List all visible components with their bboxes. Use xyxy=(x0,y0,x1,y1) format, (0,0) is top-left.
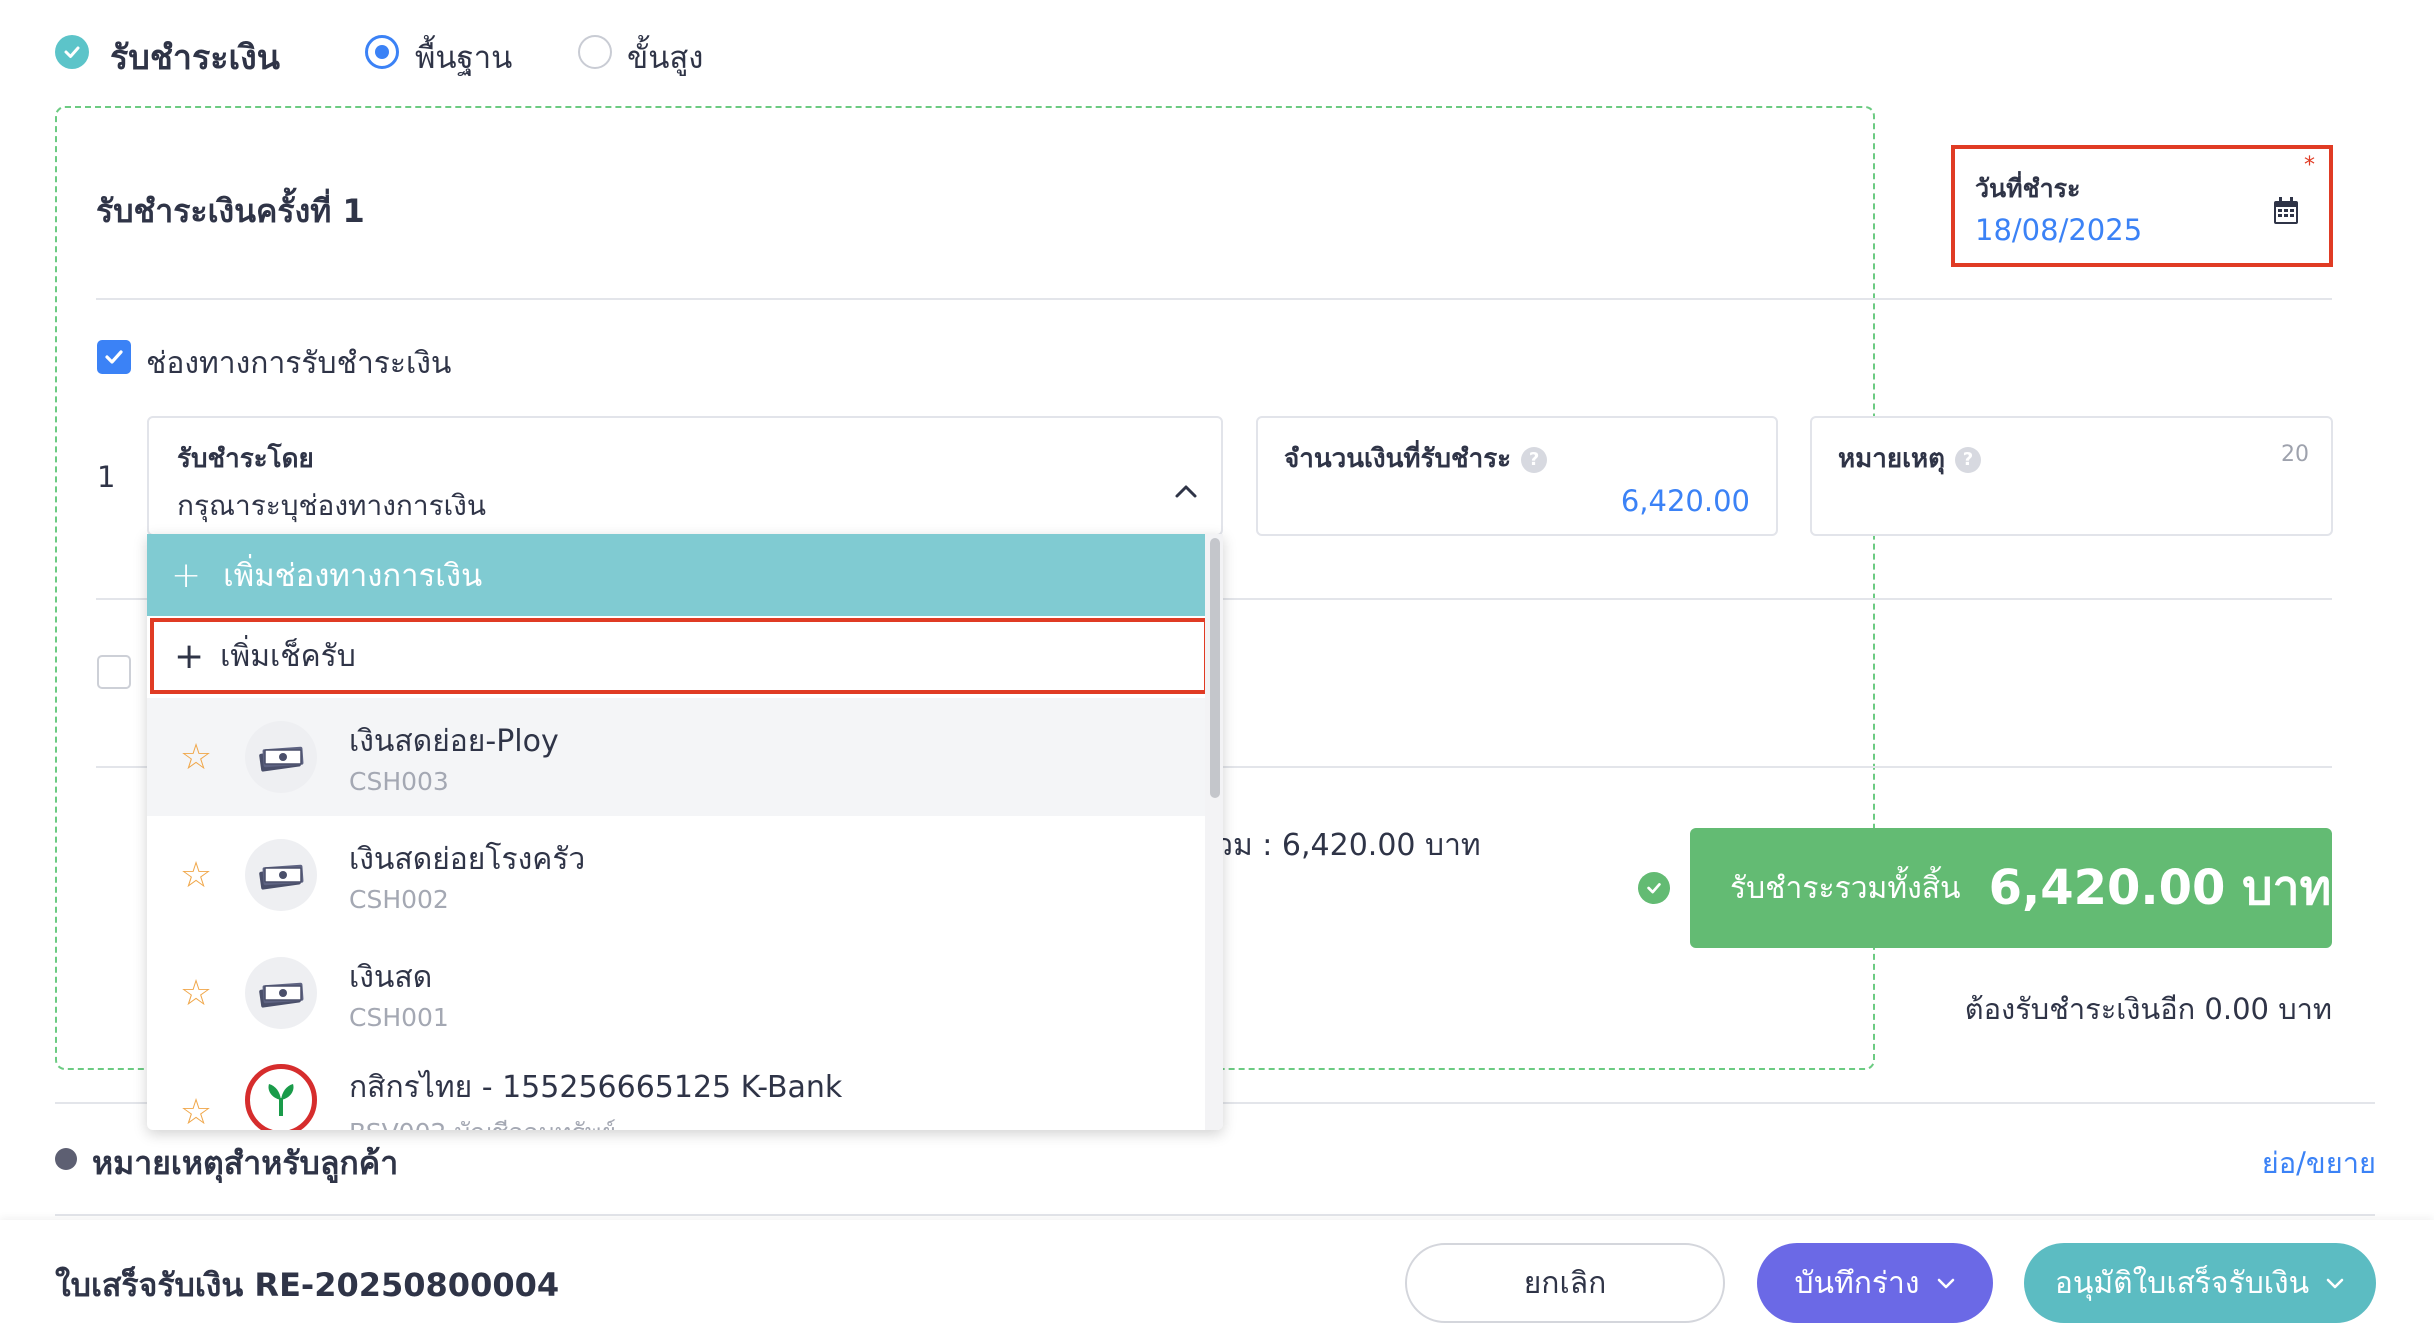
item-code: CSH002 xyxy=(349,885,449,914)
success-check-icon xyxy=(1638,872,1670,904)
method-placeholder[interactable]: กรุณาระบุช่องทางการเงิน xyxy=(177,484,486,528)
remaining-text: ต้องรับชำระเงินอีก 0.00 บาท xyxy=(1964,992,2332,1026)
item-name: เงินสดย่อยโรงครัว xyxy=(349,842,586,877)
cash-icon xyxy=(245,957,317,1029)
channel-checkbox[interactable] xyxy=(97,340,131,374)
radio-basic[interactable] xyxy=(365,35,399,69)
list-item[interactable]: ☆ เงินสด CSH001 xyxy=(147,934,1205,1052)
add-channel-option[interactable]: + เพิ่มช่องทางการเงิน xyxy=(147,534,1205,616)
chevron-down-icon xyxy=(1937,1278,1954,1289)
star-icon[interactable]: ☆ xyxy=(147,855,245,896)
list-item[interactable]: ☆ เงินสดย่อยโรงครัว CSH002 xyxy=(147,816,1205,934)
item-name: เงินสดย่อย-Ploy xyxy=(349,724,559,759)
document-title: ใบเสร็จรับเงิน RE-20250800004 xyxy=(55,1266,560,1304)
cancel-label: ยกเลิก xyxy=(1523,1265,1607,1301)
item-code: BSV002 บัญชีออมทรัพย์ xyxy=(349,1113,842,1130)
payment-date-field[interactable]: วันที่ชำระ 18/08/2025 * xyxy=(1951,145,2333,267)
cash-icon xyxy=(245,839,317,911)
star-icon[interactable]: ☆ xyxy=(147,737,245,778)
approve-receipt-button[interactable]: อนุมัติใบเสร็จรับเงิน xyxy=(2024,1243,2376,1323)
radio-advanced-label[interactable]: ขั้นสูง xyxy=(627,32,703,82)
save-draft-button[interactable]: บันทึกร่าง xyxy=(1757,1243,1993,1323)
chevron-up-icon[interactable] xyxy=(1173,482,1199,504)
item-name: กสิกรไทย - 155256665125 K-Bank xyxy=(349,1070,843,1105)
customer-note-title: หมายเหตุสำหรับลูกค้า xyxy=(92,1144,399,1182)
kbank-logo-icon xyxy=(245,1064,317,1130)
payment-date-label: วันที่ชำระ xyxy=(1975,174,2081,203)
item-name: เงินสด xyxy=(349,960,433,995)
calendar-icon[interactable] xyxy=(2273,197,2299,229)
payment-method-select[interactable]: รับชำระโดย กรุณาระบุช่องทางการเงิน xyxy=(147,416,1223,536)
divider xyxy=(55,1214,2375,1216)
amount-field[interactable]: จำนวนเงินที่รับชำระ? 6,420.00 xyxy=(1256,416,1778,536)
bullet-icon xyxy=(55,1148,77,1170)
total-paid-banner: รับชำระรวมทั้งสิ้น 6,420.00 บาท xyxy=(1690,828,2332,948)
payment-title: รับชำระเงินครั้งที่ 1 xyxy=(96,192,365,230)
help-icon[interactable]: ? xyxy=(1521,446,1548,473)
subtotal-text: รวม : 6,420.00 บาท xyxy=(1200,828,1481,863)
item-code: CSH001 xyxy=(349,1003,449,1032)
second-checkbox[interactable] xyxy=(97,655,131,689)
add-check-label: เพิ่มเช็ครับ xyxy=(220,638,356,674)
radio-basic-label[interactable]: พื้นฐาน xyxy=(415,32,512,82)
note-label: หมายเหตุ? xyxy=(1838,438,1982,479)
add-check-option[interactable]: + เพิ่มเช็ครับ xyxy=(150,618,1208,694)
amount-value[interactable]: 6,420.00 xyxy=(1621,484,1750,518)
row-number: 1 xyxy=(97,460,116,494)
add-channel-label: เพิ่มช่องทางการเงิน xyxy=(223,558,483,594)
help-icon[interactable]: ? xyxy=(1955,446,1982,473)
dropdown-scroll-thumb[interactable] xyxy=(1210,538,1220,798)
note-counter: 20 xyxy=(2281,442,2309,467)
plus-icon: + xyxy=(171,554,202,596)
amount-label: จำนวนเงินที่รับชำระ? xyxy=(1284,438,1548,479)
radio-advanced[interactable] xyxy=(578,35,612,69)
approve-label: อนุมัติใบเสร็จรับเงิน xyxy=(2054,1265,2310,1301)
note-field[interactable]: หมายเหตุ? 20 xyxy=(1810,416,2333,536)
channel-checkbox-label: ช่องทางการรับชำระเงิน xyxy=(146,346,452,381)
star-icon[interactable]: ☆ xyxy=(147,1092,245,1130)
section-check-icon xyxy=(55,35,89,69)
cash-icon xyxy=(245,721,317,793)
section-title: รับชำระเงิน xyxy=(110,38,280,78)
method-label: รับชำระโดย xyxy=(177,444,314,474)
list-item[interactable]: ☆ เงินสดย่อย-Ploy CSH003 xyxy=(147,698,1205,816)
required-mark: * xyxy=(2304,153,2315,178)
payment-method-dropdown: + เพิ่มช่องทางการเงิน + เพิ่มเช็ครับ ☆ เ… xyxy=(147,534,1223,1130)
chevron-down-icon xyxy=(2326,1278,2344,1289)
total-label: รับชำระรวมทั้งสิ้น xyxy=(1730,870,1961,906)
plus-icon: + xyxy=(174,635,205,677)
star-icon[interactable]: ☆ xyxy=(147,973,245,1014)
save-draft-label: บันทึกร่าง xyxy=(1794,1265,1920,1301)
divider xyxy=(96,298,2332,300)
total-value: 6,420.00 บาท xyxy=(1988,860,2332,916)
item-code: CSH003 xyxy=(349,767,449,796)
payment-date-value[interactable]: 18/08/2025 xyxy=(1975,213,2142,247)
collapse-toggle-link[interactable]: ย่อ/ขยาย xyxy=(2262,1140,2376,1186)
cancel-button[interactable]: ยกเลิก xyxy=(1405,1243,1725,1323)
list-item[interactable]: ☆ กสิกรไทย - 155256665125 K-Bank BSV002 … xyxy=(147,1052,1205,1130)
